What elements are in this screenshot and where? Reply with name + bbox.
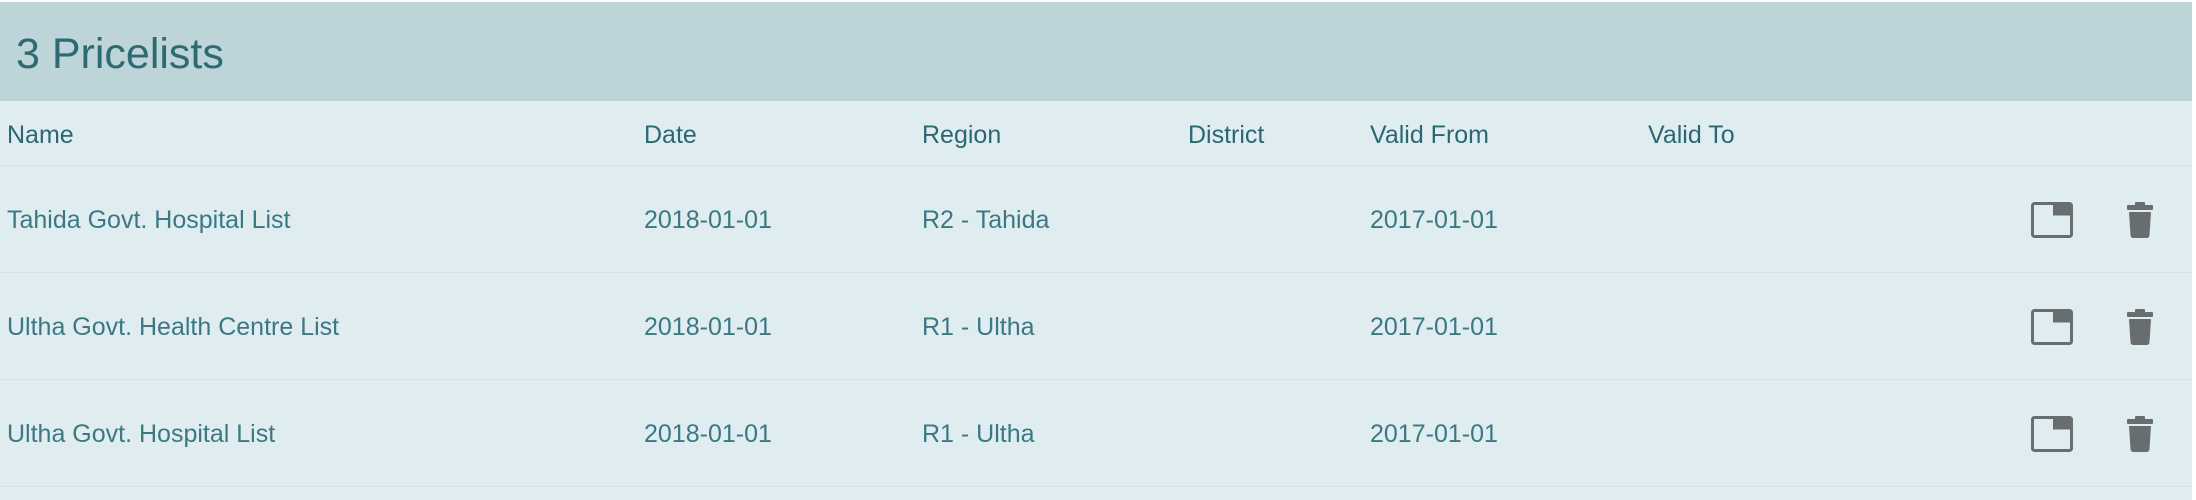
table-row[interactable]: Ultha Govt. Hospital List 2018-01-01 R1 … [0, 380, 2192, 487]
open-in-new-window-icon [2031, 309, 2073, 345]
cell-region: R1 - Ultha [922, 313, 1035, 341]
trash-icon [2127, 309, 2153, 345]
cell-region: R1 - Ultha [922, 420, 1035, 448]
delete-button[interactable] [2118, 198, 2162, 242]
table-row[interactable]: Tahida Govt. Hospital List 2018-01-01 R2… [0, 166, 2192, 273]
trash-icon [2127, 202, 2153, 238]
cell-date: 2018-01-01 [644, 420, 772, 448]
cell-name: Ultha Govt. Hospital List [7, 420, 276, 448]
column-header-region[interactable]: Region [922, 121, 1001, 150]
column-header-valid-to[interactable]: Valid To [1648, 121, 1735, 150]
delete-button[interactable] [2118, 412, 2162, 456]
column-header-name[interactable]: Name [7, 121, 74, 150]
trash-icon [2127, 416, 2153, 452]
cell-region: R2 - Tahida [922, 206, 1050, 234]
pricelists-panel: 3 Pricelists Name Date Region District V… [0, 2, 2192, 500]
cell-name: Tahida Govt. Hospital List [7, 206, 291, 234]
open-in-new-window-icon [2031, 416, 2073, 452]
column-header-district[interactable]: District [1188, 121, 1264, 150]
panel-header: 3 Pricelists [0, 2, 2192, 101]
cell-valid-from: 2017-01-01 [1370, 420, 1498, 448]
column-header-date[interactable]: Date [644, 121, 697, 150]
open-in-new-window-icon [2031, 202, 2073, 238]
cell-name: Ultha Govt. Health Centre List [7, 313, 340, 341]
table-header-row: Name Date Region District Valid From Val… [0, 101, 2192, 166]
cell-valid-from: 2017-01-01 [1370, 206, 1498, 234]
delete-button[interactable] [2118, 305, 2162, 349]
cell-valid-from: 2017-01-01 [1370, 313, 1498, 341]
panel-title: 3 Pricelists [16, 30, 224, 78]
cell-date: 2018-01-01 [644, 206, 772, 234]
open-in-new-window-button[interactable] [2030, 198, 2074, 242]
table-row[interactable]: Ultha Govt. Health Centre List 2018-01-0… [0, 273, 2192, 380]
cell-date: 2018-01-01 [644, 313, 772, 341]
column-header-valid-from[interactable]: Valid From [1370, 121, 1489, 150]
open-in-new-window-button[interactable] [2030, 305, 2074, 349]
open-in-new-window-button[interactable] [2030, 412, 2074, 456]
